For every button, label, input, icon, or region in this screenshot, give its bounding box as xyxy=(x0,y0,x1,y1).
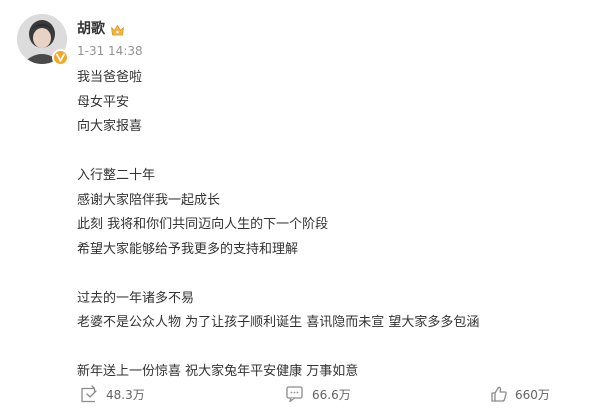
post-text-line: 老婆不是公众人物 为了让孩子顺利诞生 喜讯隐而未宣 望大家多多包涵 xyxy=(77,315,480,330)
action-bar: 48.3万 66.6万 660万 xyxy=(0,383,592,405)
repost-icon xyxy=(79,385,99,403)
verified-v-icon xyxy=(52,49,69,66)
thumbs-up-icon xyxy=(490,385,508,403)
post-text-line: 希望大家能够给予我更多的支持和理解 xyxy=(77,241,299,257)
post-text-line: 感谢大家陪伴我一起成长 xyxy=(77,192,221,208)
author-row: 胡歌 xyxy=(77,18,125,38)
avatar[interactable] xyxy=(17,14,69,66)
comment-count: 66.6万 xyxy=(312,387,351,402)
comment-icon xyxy=(285,385,305,403)
crown-icon[interactable] xyxy=(110,22,125,35)
post-text-line: 向大家报喜 xyxy=(77,119,143,134)
post-content: 我当爸爸啦 母女平安 向大家报喜 入行整二十年 感谢大家陪伴我一起成长 此刻 我… xyxy=(77,66,577,385)
post-text-line: 我当爸爸啦 xyxy=(77,70,143,85)
repost-count: 48.3万 xyxy=(106,387,145,402)
comment-button[interactable]: 66.6万 xyxy=(285,383,351,405)
weibo-post: 胡歌 1-31 14:38 我当爸爸啦 母女平安 向大家报喜 入行整二十年 感谢… xyxy=(0,0,592,413)
username[interactable]: 胡歌 xyxy=(77,18,105,38)
like-button[interactable]: 660万 xyxy=(490,383,550,405)
post-text-line: 新年送上一份惊喜 祝大家兔年平安健康 万事如意 xyxy=(77,364,359,379)
repost-button[interactable]: 48.3万 xyxy=(79,383,145,405)
post-text-line: 过去的一年诸多不易 xyxy=(77,290,195,306)
post-text-line: 母女平安 xyxy=(77,94,130,110)
like-count: 660万 xyxy=(515,387,550,402)
post-text-line: 此刻 我将和你们共同迈向人生的下一个阶段 xyxy=(77,217,329,232)
post-timestamp[interactable]: 1-31 14:38 xyxy=(77,44,143,58)
post-text-line: 入行整二十年 xyxy=(77,168,156,183)
